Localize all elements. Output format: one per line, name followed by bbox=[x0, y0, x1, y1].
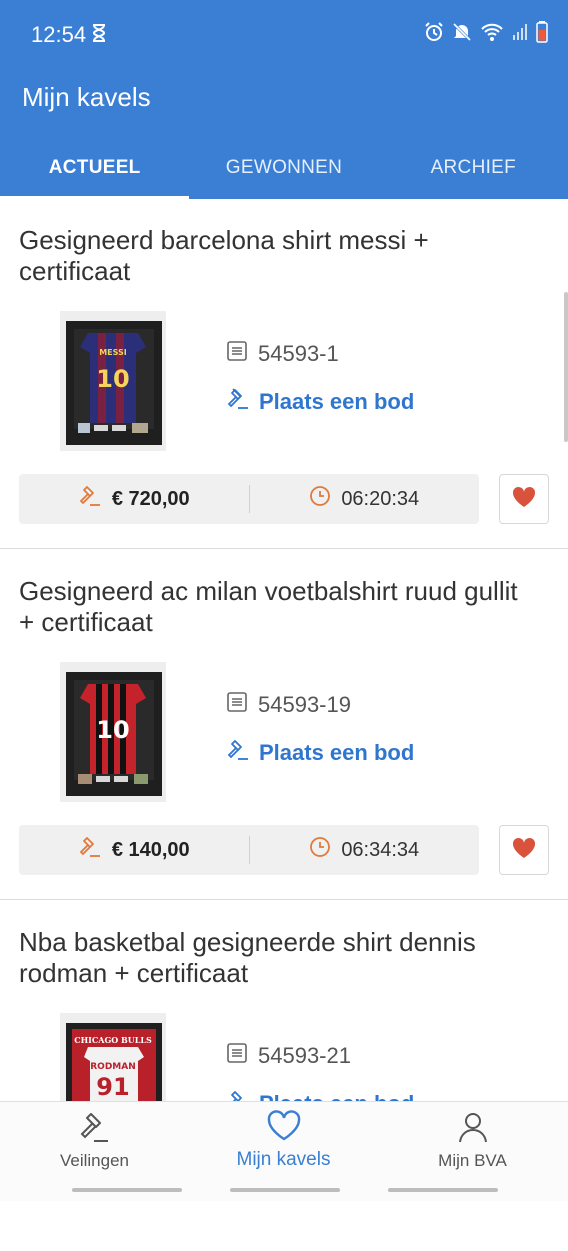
clock-icon bbox=[309, 485, 341, 513]
clock-icon bbox=[309, 836, 341, 864]
nav-label: Mijn kavels bbox=[236, 1149, 331, 1170]
shirt-name-text: RODMAN bbox=[90, 1062, 136, 1072]
favorite-button[interactable] bbox=[499, 825, 549, 875]
document-icon bbox=[226, 340, 258, 368]
tab-actueel[interactable]: ACTUEEL bbox=[0, 140, 189, 199]
current-bid: € 720,00 bbox=[19, 474, 249, 524]
place-bid-label: Plaats een bod bbox=[259, 740, 415, 765]
lot-title[interactable]: Gesigneerd ac milan voetbalshirt ruud gu… bbox=[19, 576, 539, 638]
status-bar: 12:54 bbox=[0, 0, 568, 68]
signal-icon bbox=[512, 23, 528, 46]
lot-number-row: 54593-21 bbox=[226, 1041, 414, 1071]
time-remaining: 06:20:34 bbox=[250, 474, 480, 524]
lot-image[interactable]: MESSI 10 bbox=[60, 311, 166, 451]
place-bid-link[interactable]: Plaats een bod bbox=[226, 738, 414, 768]
price-box: € 720,00 06:20:34 bbox=[19, 474, 479, 524]
place-bid-label: Plaats een bod bbox=[259, 389, 415, 414]
team-name-text: CHICAGO BULLS bbox=[74, 1035, 152, 1045]
lot-card[interactable]: Gesigneerd barcelona shirt messi + certi… bbox=[0, 199, 568, 549]
lot-meta: 54593-19 Plaats een bod bbox=[226, 690, 414, 768]
shirt-number-text: 10 bbox=[96, 716, 129, 744]
lot-number-row: 54593-19 bbox=[226, 690, 414, 720]
shirt-name-text: MESSI bbox=[99, 348, 127, 357]
gavel-icon bbox=[78, 1113, 112, 1148]
wifi-icon bbox=[480, 22, 504, 47]
tab-gewonnen[interactable]: GEWONNEN bbox=[189, 140, 378, 199]
lot-image[interactable]: 10 bbox=[60, 662, 166, 802]
divider bbox=[0, 899, 568, 900]
bottom-navigation: Veilingen Mijn kavels Mijn BVA bbox=[0, 1101, 568, 1201]
page-title: Mijn kavels bbox=[22, 82, 151, 112]
lot-title[interactable]: Gesigneerd barcelona shirt messi + certi… bbox=[19, 225, 539, 287]
time-remaining: 06:34:34 bbox=[250, 825, 480, 875]
lot-number-row: 54593-1 bbox=[226, 339, 414, 369]
current-bid-amount: € 720,00 bbox=[111, 487, 190, 510]
nav-mijn-kavels[interactable]: Mijn kavels bbox=[189, 1110, 378, 1171]
gesture-bar bbox=[72, 1188, 182, 1192]
favorite-button[interactable] bbox=[499, 474, 549, 524]
lot-title[interactable]: Nba basketbal gesigneerde shirt dennis r… bbox=[19, 927, 539, 989]
shirt-number-text: 10 bbox=[96, 365, 129, 393]
lot-number: 54593-21 bbox=[258, 1043, 351, 1068]
gesture-bar bbox=[230, 1188, 340, 1192]
current-bid-amount: € 140,00 bbox=[111, 838, 190, 861]
nav-label: Veilingen bbox=[59, 1151, 129, 1170]
gavel-icon bbox=[226, 387, 259, 417]
gavel-icon bbox=[226, 738, 259, 768]
gavel-icon bbox=[78, 835, 112, 865]
status-time: 12:54 bbox=[31, 22, 87, 47]
lot-number: 54593-1 bbox=[258, 341, 339, 366]
lot-card[interactable]: Gesigneerd ac milan voetbalshirt ruud gu… bbox=[0, 550, 568, 900]
alarm-icon bbox=[424, 22, 444, 47]
tab-archief[interactable]: ARCHIEF bbox=[379, 140, 568, 199]
nav-mijn-bva[interactable]: Mijn BVA bbox=[378, 1110, 567, 1171]
status-icons bbox=[424, 21, 548, 48]
tab-bar: ACTUEEL GEWONNEN ARCHIEF bbox=[0, 140, 568, 199]
app-bar: 12:54 Mijn kavels ACTUEEL GEWONNEN ARCHI… bbox=[0, 0, 568, 199]
place-bid-link[interactable]: Plaats een bod bbox=[226, 387, 414, 417]
divider bbox=[0, 548, 568, 549]
lot-number: 54593-19 bbox=[258, 692, 351, 717]
document-icon bbox=[226, 1042, 258, 1070]
gesture-bar bbox=[388, 1188, 498, 1192]
price-box: € 140,00 06:34:34 bbox=[19, 825, 479, 875]
nav-label: Mijn BVA bbox=[438, 1151, 507, 1170]
mute-icon bbox=[452, 22, 472, 47]
time-remaining-value: 06:34:34 bbox=[341, 838, 420, 861]
heart-icon bbox=[511, 485, 537, 514]
hourglass-icon bbox=[92, 24, 106, 47]
current-bid: € 140,00 bbox=[19, 825, 249, 875]
document-icon bbox=[226, 691, 258, 719]
battery-icon bbox=[536, 21, 548, 48]
heart-icon bbox=[511, 836, 537, 865]
gavel-icon bbox=[78, 484, 112, 514]
shirt-number-text: 91 bbox=[96, 1073, 129, 1101]
person-icon bbox=[456, 1113, 490, 1148]
heart-outline-icon bbox=[266, 1110, 302, 1146]
nav-veilingen[interactable]: Veilingen bbox=[0, 1110, 189, 1171]
time-remaining-value: 06:20:34 bbox=[341, 487, 420, 510]
lot-meta: 54593-1 Plaats een bod bbox=[226, 339, 414, 417]
